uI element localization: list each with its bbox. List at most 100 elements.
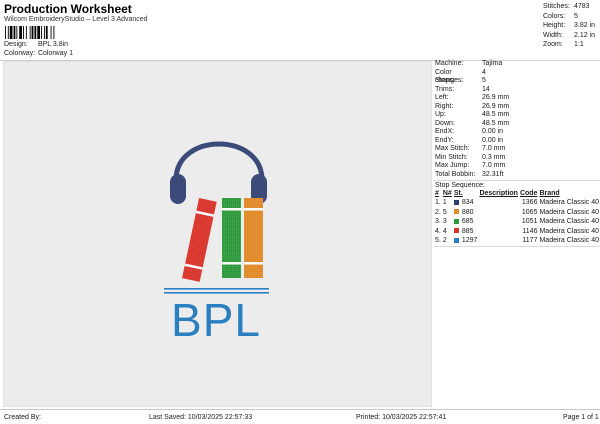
shelf-line-top	[164, 288, 269, 290]
color-swatch	[453, 228, 459, 234]
color-swatch	[453, 209, 459, 215]
summary-label: Stitches:	[543, 3, 570, 10]
color-swatch	[453, 199, 459, 205]
description	[478, 227, 519, 237]
detail-label: Down:	[435, 119, 455, 127]
color-swatch	[453, 218, 459, 224]
description	[478, 217, 519, 227]
detail-value: 7.0 mm	[482, 162, 506, 169]
design-row: Design: BPL 3,8in	[4, 41, 68, 48]
page-title: Production Worksheet	[4, 2, 132, 16]
stop-number: 2.	[435, 208, 441, 216]
detail-value: 0.00 in	[482, 128, 504, 135]
col-code: Code	[519, 190, 538, 197]
stop-sequence-header-row: # N# St. Description Code Brand	[434, 189, 600, 198]
detail-label: Right:	[435, 102, 454, 110]
design-value: BPL 3,8in	[37, 41, 69, 48]
detail-row: Max Stitch: 7.0 mm	[434, 145, 600, 154]
summary-value: 4783	[574, 3, 590, 10]
left-ear-cup	[170, 174, 186, 204]
headphones-band-inner	[181, 150, 257, 181]
design-label: Design:	[4, 41, 28, 48]
colorway-label: Colorway:	[4, 50, 36, 57]
color-swatch	[453, 237, 459, 243]
summary-panel: Stitches: 4783 Colors: 5 Height: 3.82 in Wi…	[543, 2, 600, 50]
detail-label: EndY:	[435, 136, 454, 144]
printed-date: Printed: 10/03/2025 22:57:41	[356, 414, 447, 421]
col-stitches: St.	[453, 190, 463, 197]
thread-brand: Madeira Classic 40	[539, 237, 599, 244]
thread-brand: Madeira Classic 40	[539, 227, 599, 235]
description	[478, 236, 519, 246]
stitch-count: 880	[453, 208, 479, 218]
detail-value: 0.3 mm	[482, 153, 506, 161]
summary-label: Colors:	[543, 12, 566, 20]
worksheet-header: Production Worksheet Wilcom EmbroiderySt…	[0, 0, 543, 60]
summary-value: 1:1	[574, 41, 584, 49]
detail-label: Total Bobbin:	[435, 170, 476, 178]
detail-value: 5	[482, 77, 486, 84]
stop-row: 1. 1 834 1366 Madeira Classic 40	[434, 198, 600, 208]
stop-sequence-title: Stop Sequence:	[434, 180, 600, 189]
stop-number: 3.	[435, 218, 441, 225]
thread-brand: Madeira Classic 40	[539, 218, 599, 225]
last-saved: Last Saved: 10/03/2025 22:57:33	[149, 414, 253, 421]
stop-number: 4.	[435, 227, 441, 235]
summary-label: Height:	[543, 22, 566, 30]
col-stop: #	[435, 190, 439, 197]
design-preview: BPL	[3, 61, 432, 407]
thread-brand: Madeira Classic 40	[539, 208, 599, 216]
thread-code: 1146	[522, 227, 538, 235]
detail-row: Left: 26.9 mm	[434, 94, 600, 103]
detail-label: Color changes:	[435, 68, 464, 85]
stop-number: 5.	[435, 237, 441, 244]
description	[478, 208, 519, 218]
detail-row: Color changes: 4	[434, 68, 600, 85]
detail-value: 32.31ft	[482, 170, 504, 178]
detail-label: Stops:	[435, 77, 455, 84]
summary-value: 2.12 in	[574, 31, 596, 39]
needle-number: 4	[442, 227, 447, 235]
detail-row: EndX: 0.00 in	[434, 128, 600, 137]
stop-row: 2. 5 880 1065 Madeira Classic 40	[434, 208, 600, 218]
orange-book	[244, 198, 263, 278]
col-brand: Brand	[539, 190, 560, 197]
col-description: Description	[479, 190, 518, 197]
stop-number: 1.	[435, 199, 441, 206]
stop-sequence-table: # N# St. Description Code Brand 1. 1 834 13…	[434, 189, 600, 247]
detail-row: Total Bobbin: 32.31ft	[434, 171, 600, 180]
stop-row: 5. 2 1297 1177 Madeira Classic 40	[434, 236, 600, 246]
embroidery-design: BPL	[164, 141, 269, 346]
detail-label: Machine:	[435, 60, 464, 67]
detail-value: 7.0 mm	[482, 145, 506, 152]
detail-label: EndX:	[435, 128, 455, 135]
detail-row: Down: 48.5 mm	[434, 120, 600, 129]
thread-code: 1366	[521, 199, 538, 206]
detail-label: Left:	[435, 94, 449, 101]
detail-row: Trims: 14	[434, 86, 600, 95]
worksheet-footer: Created By: Last Saved: 10/03/2025 22:57…	[0, 409, 600, 424]
summary-value: 3.82 in	[574, 22, 596, 30]
detail-value: 14	[482, 85, 490, 93]
headphones-band	[173, 141, 265, 183]
red-book	[182, 197, 217, 282]
needle-number: 1	[442, 199, 447, 206]
detail-row: Right: 26.9 mm	[434, 103, 600, 112]
created-by: Created By:	[4, 414, 41, 421]
summary-row: Colors: 5	[543, 12, 600, 22]
detail-value: Tajima	[482, 60, 503, 67]
summary-row: Stitches: 4783	[543, 2, 600, 12]
detail-value: 0.00 in	[482, 136, 504, 144]
detail-value: 48.5 mm	[482, 119, 510, 127]
design-text: BPL	[171, 294, 261, 346]
detail-value: 26.9 mm	[482, 102, 510, 110]
details-list: Machine: Tajima Color changes: 4 Stops: 5 T…	[434, 60, 600, 179]
detail-row: Stops: 5	[434, 77, 600, 86]
detail-row: EndY: 0.00 in	[434, 137, 600, 146]
detail-label: Max Stitch:	[435, 145, 470, 152]
detail-label: Min Stitch:	[435, 153, 468, 161]
summary-row: Zoom: 1:1	[543, 40, 600, 50]
colorway-row: Colorway: Colorway 1	[4, 50, 73, 57]
detail-label: Up:	[435, 111, 446, 118]
description	[478, 198, 519, 208]
